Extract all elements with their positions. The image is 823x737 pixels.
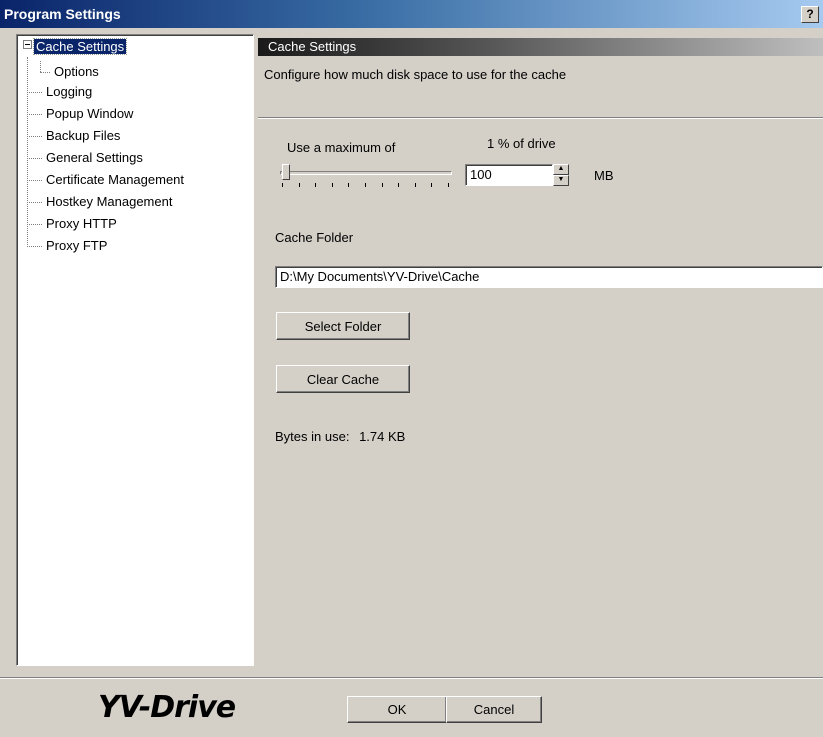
spin-down-icon[interactable]: ▼	[553, 175, 569, 186]
tree-item-logging[interactable]: Logging	[44, 83, 94, 101]
tree-item-cache-settings[interactable]: Cache Settings	[32, 38, 128, 56]
panel-description: Configure how much disk space to use for…	[264, 67, 567, 82]
tree-connector	[27, 224, 42, 225]
slider-tick	[365, 183, 366, 187]
tree-item-label: Backup Files	[46, 128, 121, 143]
window-titlebar: Program Settings ?	[0, 0, 823, 28]
cancel-button[interactable]: Cancel	[446, 696, 542, 723]
tree-item-label: Logging	[46, 84, 93, 99]
ok-button[interactable]: OK	[347, 696, 447, 723]
tree-connector	[27, 246, 42, 247]
tree-connector	[27, 158, 42, 159]
bytes-in-use-label: Bytes in use:	[275, 429, 350, 444]
slider-tick	[348, 183, 349, 187]
tree-connector	[27, 136, 42, 137]
tree-connector	[27, 57, 28, 247]
window-title: Program Settings	[4, 6, 121, 22]
tree-item-general-settings[interactable]: General Settings	[44, 149, 145, 167]
tree-connector	[40, 72, 50, 73]
tree-item-label: Cache Settings	[32, 38, 128, 55]
tree-item-label: Options	[54, 64, 99, 79]
mb-unit-label: MB	[594, 168, 614, 183]
tree-item-backup-files[interactable]: Backup Files	[44, 127, 122, 145]
tree-item-proxy-ftp[interactable]: Proxy FTP	[44, 237, 109, 255]
clear-cache-button[interactable]: Clear Cache	[276, 365, 410, 393]
slider-tick	[315, 183, 316, 187]
panel-header: Cache Settings	[258, 38, 823, 56]
settings-tree[interactable]: Cache Settings Options Logging Popup Win…	[16, 34, 254, 666]
yv-drive-logo: YV-Drive	[98, 690, 236, 725]
tree-item-proxy-http[interactable]: Proxy HTTP	[44, 215, 119, 233]
select-folder-button[interactable]: Select Folder	[276, 312, 410, 340]
cache-folder-label: Cache Folder	[275, 230, 354, 245]
tree-item-hostkey-management[interactable]: Hostkey Management	[44, 193, 174, 211]
cache-folder-input[interactable]: D:\My Documents\YV-Drive\Cache	[275, 266, 823, 288]
bytes-in-use: Bytes in use: 1.74 KB	[275, 429, 405, 444]
slider-tick	[282, 183, 283, 187]
tree-item-popup-window[interactable]: Popup Window	[44, 105, 135, 123]
tree-item-label: Popup Window	[46, 106, 134, 121]
tree-connector	[27, 92, 42, 93]
tree-connector	[27, 114, 42, 115]
help-button[interactable]: ?	[801, 6, 819, 23]
tree-connector	[40, 61, 41, 72]
tree-item-options[interactable]: Options	[52, 63, 101, 81]
cache-size-slider-thumb[interactable]	[282, 164, 290, 180]
tree-item-certificate-management[interactable]: Certificate Management	[44, 171, 186, 189]
percent-label: 1 % of drive	[487, 136, 556, 151]
tree-item-label: Proxy FTP	[46, 238, 108, 253]
tree-item-label: Certificate Management	[46, 172, 185, 187]
tree-item-label: General Settings	[46, 150, 143, 165]
slider-tick	[431, 183, 432, 187]
slider-tick	[332, 183, 333, 187]
tree-item-label: Hostkey Management	[46, 194, 173, 209]
bytes-in-use-value: 1.74 KB	[359, 429, 406, 444]
tree-connector	[27, 202, 42, 203]
slider-tick	[415, 183, 416, 187]
cache-mb-input[interactable]: 100	[465, 164, 553, 186]
max-label: Use a maximum of	[287, 140, 396, 155]
slider-tick	[382, 183, 383, 187]
slider-tick	[299, 183, 300, 187]
collapse-icon[interactable]	[23, 40, 32, 49]
spin-up-icon[interactable]: ▲	[553, 164, 569, 175]
panel-divider	[258, 117, 823, 119]
slider-tick	[448, 183, 449, 187]
footer-divider	[0, 677, 823, 679]
tree-item-label: Proxy HTTP	[46, 216, 117, 231]
cache-mb-spinner[interactable]: ▲ ▼	[553, 164, 569, 186]
tree-connector	[27, 180, 42, 181]
slider-tick	[398, 183, 399, 187]
cache-size-slider-track[interactable]	[280, 171, 452, 175]
